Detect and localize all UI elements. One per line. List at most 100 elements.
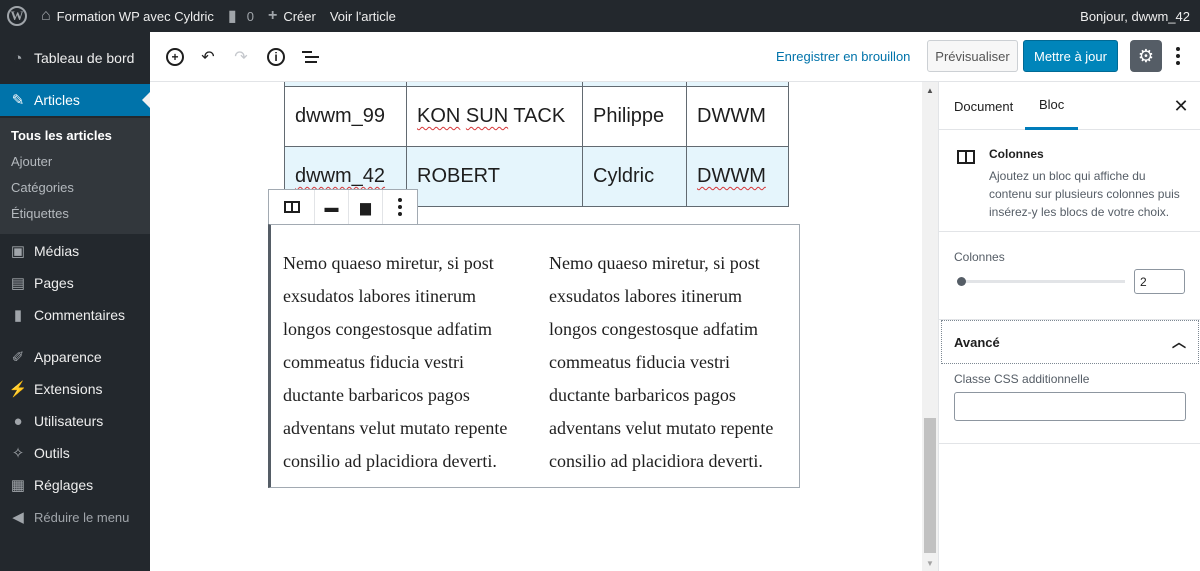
submenu-all-articles[interactable]: Tous les articles [11, 128, 112, 143]
scroll-down-arrow-icon[interactable]: ▼ [922, 555, 938, 571]
columns-number-input[interactable]: 2 [1134, 269, 1185, 294]
submenu-add[interactable]: Ajouter [11, 154, 52, 169]
sidebar-tabs: Document Bloc ✕ [939, 82, 1200, 130]
comment-icon: ▮ [13, 307, 23, 324]
list-icon [301, 51, 319, 63]
undo-icon: ↶ [201, 49, 215, 66]
paragraph-line: commeatus fiducia vestri [549, 352, 730, 372]
pin-icon: ✎ [11, 92, 25, 109]
table-cell[interactable]: ROBERT [406, 146, 583, 207]
tab-block[interactable]: Bloc [1025, 82, 1079, 130]
info-icon: i [267, 48, 285, 66]
editor-canvas: dwwm_99 KON SUN TACK Philippe DWWM dwwm_… [150, 82, 922, 571]
block-type-button[interactable] [269, 190, 315, 224]
columns-range-thumb[interactable] [957, 277, 966, 286]
tab-document[interactable]: Document [954, 82, 1013, 130]
align-center-icon: ▬ [324, 199, 339, 215]
sidebar-item-users[interactable]: ● Utilisateurs [0, 405, 150, 437]
sidebar-item-label: Utilisateurs [34, 413, 104, 429]
sidebar-item-extensions[interactable]: ⚡ Extensions [0, 373, 150, 405]
sidebar-item-pages[interactable]: ▤ Pages [0, 267, 150, 299]
brush-icon: ✐ [11, 349, 25, 366]
table-cell[interactable]: Philippe [582, 86, 687, 147]
new-content-link[interactable]: + Créer [261, 0, 323, 32]
scrollbar-thumb[interactable] [924, 418, 936, 553]
cell-text: SUN [465, 105, 509, 127]
more-dots-icon [1176, 47, 1180, 51]
paragraph-line: Nemo quaeso miretur, si post [549, 253, 760, 273]
table-cell[interactable]: KON SUN TACK [406, 86, 583, 147]
chevron-up-icon: ︿ [1172, 334, 1186, 350]
paragraph-line: consilio ad placidiora deverti. [283, 451, 497, 471]
table-cell[interactable]: dwwm_99 [284, 86, 407, 147]
submenu-categories[interactable]: Catégories [11, 180, 74, 195]
settings-toggle-button[interactable]: ⚙ [1130, 40, 1162, 72]
admin-bar: W ⌂ Formation WP avec Cyldric ▮ 0 + Créer V… [0, 0, 1200, 32]
block-more-button[interactable] [383, 190, 417, 224]
collapse-menu-button[interactable]: ◀ Réduire le menu [0, 501, 150, 533]
content-scrollbar[interactable]: ▲ ▼ [922, 82, 938, 571]
sidebar-item-label: Articles [34, 92, 80, 108]
submenu-tags[interactable]: Étiquettes [11, 206, 69, 221]
info-button[interactable]: i [264, 45, 288, 69]
advanced-panel: Avancé ︿ Classe CSS additionnelle [939, 320, 1200, 444]
table-cell[interactable]: Cyldric [582, 146, 687, 207]
table-cell[interactable]: DWWM [686, 86, 789, 147]
block-navigation-button[interactable] [298, 45, 322, 69]
column-left[interactable]: Nemo quaeso miretur, si post exsudatos l… [283, 247, 533, 478]
sidebar-item-appearance[interactable]: ✐ Apparence [0, 341, 150, 373]
advanced-panel-toggle[interactable]: Avancé ︿ [941, 320, 1199, 364]
sidebar-item-tools[interactable]: ✧ Outils [0, 437, 150, 469]
align-center-button[interactable]: ▬ [315, 190, 349, 224]
pages-icon: ▤ [10, 275, 26, 292]
plugin-icon: ⚡ [8, 381, 28, 398]
undo-button[interactable]: ↶ [196, 45, 220, 69]
columns-range-track[interactable] [959, 280, 1125, 283]
paragraph-line: ductante barbaricos pagos [549, 385, 736, 405]
redo-icon: ↷ [234, 49, 248, 66]
sidebar-item-label: Commentaires [34, 307, 126, 323]
sidebar-item-label: Réglages [34, 477, 94, 493]
sidebar-item-articles[interactable]: ✎ Articles [0, 84, 150, 116]
redo-button[interactable]: ↷ [229, 45, 253, 69]
block-card: Colonnes Ajoutez un bloc qui affiche du … [939, 130, 1200, 232]
columns-block[interactable]: Nemo quaeso miretur, si post exsudatos l… [268, 224, 800, 488]
sidebar-item-media[interactable]: ▣ Médias [0, 235, 150, 267]
cell-text: KON [417, 105, 461, 127]
sidebar-item-dashboard[interactable]: ◔ Tableau de bord [0, 42, 150, 74]
more-options-button[interactable] [1168, 44, 1188, 68]
site-name-link[interactable]: ⌂ Formation WP avec Cyldric [34, 0, 221, 32]
media-icon: ▣ [10, 243, 26, 260]
add-block-button[interactable]: + [163, 45, 187, 69]
sidebar-item-settings[interactable]: ▦ Réglages [0, 469, 150, 501]
plus-circle-icon: + [166, 48, 184, 66]
scroll-up-arrow-icon[interactable]: ▲ [922, 82, 938, 98]
css-class-label: Classe CSS additionnelle [954, 372, 1090, 386]
paragraph-line: exsudatos labores itinerum [283, 286, 476, 306]
columns-panel: Colonnes 2 [939, 232, 1200, 320]
cell-text: dwwm_42 [295, 165, 386, 187]
paragraph-line: consilio ad placidiora deverti. [549, 451, 763, 471]
comments-link[interactable]: ▮ 0 [221, 0, 261, 32]
user-icon: ● [13, 412, 23, 430]
paragraph-line: longos congestosque adfatim [549, 319, 758, 339]
close-icon[interactable]: ✕ [1171, 96, 1191, 116]
paragraph-line: exsudatos labores itinerum [549, 286, 742, 306]
table-cell[interactable]: DWWM [686, 146, 789, 207]
view-post-link[interactable]: Voir l'article [323, 0, 403, 32]
collapse-icon: ◀ [12, 509, 24, 526]
css-class-input[interactable] [954, 392, 1186, 421]
comments-count: 0 [246, 8, 254, 24]
wp-logo-menu[interactable]: W [0, 0, 34, 32]
sidebar-item-comments[interactable]: ▮ Commentaires [0, 299, 150, 331]
align-wide-button[interactable]: ▆ [349, 190, 383, 224]
preview-button[interactable]: Prévisualiser [927, 40, 1018, 72]
account-menu[interactable]: Bonjour, dwwm_42 [1073, 0, 1200, 32]
paragraph-line: Nemo quaeso miretur, si post [283, 253, 494, 273]
save-draft-button[interactable]: Enregistrer en brouillon [776, 49, 910, 64]
sidebar-item-label: Outils [34, 445, 70, 461]
articles-submenu: Tous les articles Ajouter Catégories Éti… [0, 118, 150, 234]
update-button[interactable]: Mettre à jour [1023, 40, 1118, 72]
column-right[interactable]: Nemo quaeso miretur, si post exsudatos l… [549, 247, 799, 478]
paragraph-line: adventans velut mutato repente [283, 418, 508, 438]
